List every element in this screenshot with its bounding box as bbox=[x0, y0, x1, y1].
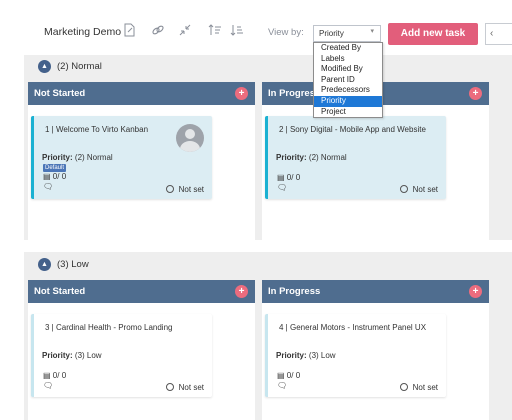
task-card[interactable]: 3 | Cardinal Health - Promo Landing Prio… bbox=[31, 314, 212, 397]
comment-icon: 🗨 bbox=[277, 381, 288, 390]
view-by-option[interactable]: Labels bbox=[314, 54, 382, 65]
view-by-dropdown: Created By Labels Modified By Parent ID … bbox=[313, 42, 383, 119]
group-low: ▲ (3) Low Not Started + 3 | Cardinal Hea… bbox=[24, 252, 512, 420]
checklist-icon: ▤ bbox=[277, 173, 285, 182]
sort-descending-icon[interactable] bbox=[229, 23, 245, 39]
group-title: (3) Low bbox=[57, 259, 89, 270]
card-subtasks: ▤ 0/ 0 bbox=[43, 172, 67, 181]
view-by-option[interactable]: Project bbox=[314, 107, 382, 118]
card-due: Not set bbox=[399, 383, 438, 392]
column-not-started: Not Started + 1 | Welcome To Virto Kanba… bbox=[28, 82, 255, 242]
group-normal: ▲ (2) Normal Not Started + 1 | Welcome T… bbox=[24, 55, 512, 242]
card-subtasks: ▤ 0/ 0 bbox=[43, 371, 67, 380]
kanban-app: Marketing Demo View by: Priority ▾ Add n… bbox=[0, 0, 512, 420]
chevron-down-icon: ▾ bbox=[370, 28, 374, 35]
clock-icon bbox=[165, 383, 174, 391]
card-priority: Priority: (3) Low bbox=[276, 351, 336, 360]
card-subtasks: ▤ 0/ 0 bbox=[277, 371, 301, 380]
card-priority: Priority: (3) Low bbox=[42, 351, 102, 360]
card-due: Not set bbox=[165, 185, 204, 194]
column-title: In Progress bbox=[268, 286, 321, 297]
card-subtasks: ▤ 0/ 0 bbox=[277, 173, 301, 182]
column-header: In Progress + bbox=[262, 280, 489, 303]
add-card-icon[interactable]: + bbox=[235, 87, 248, 100]
column-not-started: Not Started + 3 | Cardinal Health - Prom… bbox=[28, 280, 255, 420]
comment-icon: 🗨 bbox=[43, 182, 54, 191]
edit-icon[interactable] bbox=[121, 23, 137, 39]
task-card[interactable]: 2 | Sony Digital - Mobile App and Websit… bbox=[265, 116, 446, 199]
card-label-tag: Default bbox=[43, 164, 67, 172]
add-card-icon[interactable]: + bbox=[235, 285, 248, 298]
column-title: Not Started bbox=[34, 88, 86, 99]
collapse-group-icon[interactable]: ▲ bbox=[38, 258, 51, 271]
card-title: 3 | Cardinal Health - Promo Landing bbox=[45, 323, 173, 332]
add-card-icon[interactable]: + bbox=[469, 87, 482, 100]
column-in-progress: In Progress + 4 | General Motors - Instr… bbox=[262, 280, 489, 420]
column-title: Not Started bbox=[34, 286, 86, 297]
sort-ascending-icon[interactable] bbox=[207, 23, 223, 39]
view-by-label: View by: bbox=[268, 27, 304, 38]
task-card[interactable]: 4 | General Motors - Instrument Panel UX… bbox=[265, 314, 446, 397]
add-new-task-button[interactable]: Add new task bbox=[388, 23, 478, 45]
view-by-option-selected[interactable]: Priority bbox=[314, 95, 382, 107]
view-by-option[interactable]: Modified By bbox=[314, 64, 382, 75]
link-icon[interactable] bbox=[150, 23, 166, 39]
card-due: Not set bbox=[165, 383, 204, 392]
toolbar: Marketing Demo View by: Priority ▾ Add n… bbox=[0, 0, 512, 62]
card-due: Not set bbox=[399, 185, 438, 194]
view-by-option[interactable]: Predecessors bbox=[314, 85, 382, 96]
collapse-group-icon[interactable]: ▲ bbox=[38, 60, 51, 73]
clock-icon bbox=[399, 185, 408, 193]
avatar bbox=[176, 124, 204, 152]
clock-icon bbox=[165, 185, 174, 193]
add-card-icon[interactable]: + bbox=[469, 285, 482, 298]
view-by-value: Priority bbox=[319, 29, 344, 38]
card-title: 2 | Sony Digital - Mobile App and Websit… bbox=[279, 125, 426, 134]
card-priority: Priority: (2) Normal bbox=[276, 153, 347, 162]
checklist-icon: ▤ bbox=[43, 172, 51, 181]
card-title: 1 | Welcome To Virto Kanban bbox=[45, 125, 149, 134]
view-by-select[interactable]: Priority ▾ bbox=[313, 25, 381, 42]
comment-icon: 🗨 bbox=[43, 381, 54, 390]
group-title: (2) Normal bbox=[57, 61, 102, 72]
more-menu-button[interactable]: ‹ bbox=[485, 23, 512, 45]
clock-icon bbox=[399, 383, 408, 391]
view-by-option[interactable]: Parent ID bbox=[314, 75, 382, 86]
comment-icon: 🗨 bbox=[277, 183, 288, 192]
task-card[interactable]: 1 | Welcome To Virto Kanban Priority: (2… bbox=[31, 116, 212, 199]
view-by-option[interactable]: Created By bbox=[314, 43, 382, 54]
checklist-icon: ▤ bbox=[43, 371, 51, 380]
column-header: Not Started + bbox=[28, 82, 255, 105]
board-title: Marketing Demo bbox=[44, 26, 122, 38]
column-header: Not Started + bbox=[28, 280, 255, 303]
checklist-icon: ▤ bbox=[277, 371, 285, 380]
card-priority: Priority: (2) Normal bbox=[42, 153, 113, 162]
collapse-icon[interactable] bbox=[177, 23, 193, 39]
card-title: 4 | General Motors - Instrument Panel UX bbox=[279, 323, 427, 332]
